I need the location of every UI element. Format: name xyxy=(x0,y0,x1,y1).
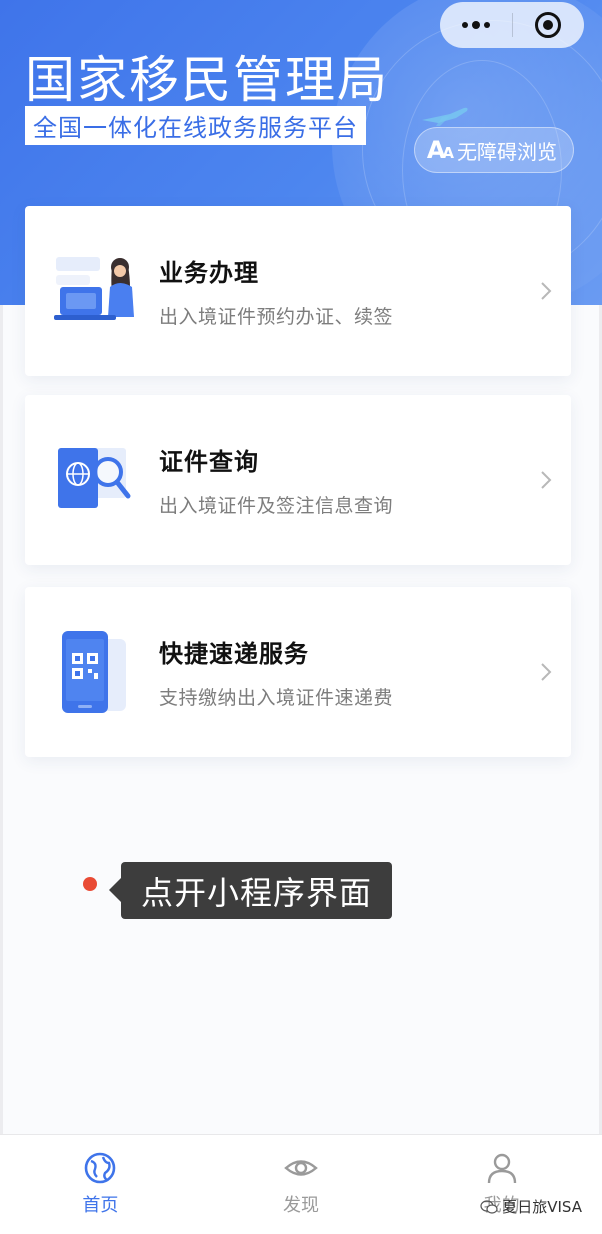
wechat-icon xyxy=(480,1199,498,1214)
app-subtitle: 全国一体化在线政务服务平台 xyxy=(25,106,366,145)
font-size-icon: AA xyxy=(426,136,454,164)
more-button[interactable] xyxy=(440,2,512,48)
card-title: 证件查询 xyxy=(159,448,259,476)
close-button[interactable] xyxy=(513,2,585,48)
annotation-tooltip: 点开小程序界面 xyxy=(108,862,393,919)
tab-home[interactable]: 首页 xyxy=(0,1135,201,1234)
card-document-query[interactable]: 证件查询 出入境证件及签注信息查询 xyxy=(25,395,571,565)
card-text: 快捷速递服务 支持缴纳出入境证件速递费 xyxy=(159,634,521,710)
chevron-right-icon xyxy=(521,281,571,301)
card-title: 业务办理 xyxy=(159,259,259,287)
card-text: 业务办理 出入境证件预约办证、续签 xyxy=(159,253,521,329)
card-business[interactable]: 业务办理 出入境证件预约办证、续签 xyxy=(25,206,571,376)
tab-discover[interactable]: 发现 xyxy=(201,1135,402,1234)
user-icon xyxy=(487,1153,516,1184)
card-desc: 出入境证件及签注信息查询 xyxy=(159,495,394,517)
app-title: 国家移民管理局 xyxy=(25,51,389,109)
plane-icon xyxy=(422,107,468,126)
globe-icon xyxy=(85,1152,116,1184)
close-target-icon xyxy=(535,12,562,38)
chevron-right-icon xyxy=(521,470,571,490)
tab-label: 发现 xyxy=(283,1195,319,1216)
accessibility-label: 无障碍浏览 xyxy=(457,139,557,164)
annotation-dot xyxy=(83,877,97,891)
accessibility-button[interactable]: AA 无障碍浏览 xyxy=(413,127,574,173)
card-express-service[interactable]: 快捷速递服务 支持缴纳出入境证件速递费 xyxy=(25,587,571,757)
card-text: 证件查询 出入境证件及签注信息查询 xyxy=(159,442,521,518)
person-laptop-icon xyxy=(25,206,159,376)
watermark: 夏日旅VISA xyxy=(480,1196,582,1217)
card-desc: 出入境证件预约办证、续签 xyxy=(159,306,394,328)
phone-qr-icon xyxy=(25,587,159,757)
tab-profile[interactable]: 我的 xyxy=(401,1135,602,1234)
left-edge xyxy=(0,305,3,1135)
passport-search-icon xyxy=(25,395,159,565)
mini-program-capsule xyxy=(440,2,584,48)
watermark-text: 夏日旅VISA xyxy=(502,1198,582,1216)
card-desc: 支持缴纳出入境证件速递费 xyxy=(159,687,394,709)
tab-label: 首页 xyxy=(82,1195,119,1216)
tab-bar: 首页 发现 我的 xyxy=(0,1134,602,1234)
eye-icon xyxy=(284,1160,318,1176)
more-dots-icon xyxy=(461,21,490,29)
card-title: 快捷速递服务 xyxy=(159,640,309,668)
mini-program-page: 国家移民管理局 全国一体化在线政务服务平台 AA 无障碍浏览 业务办理 出入境证… xyxy=(0,0,602,1234)
chevron-right-icon xyxy=(521,662,571,682)
